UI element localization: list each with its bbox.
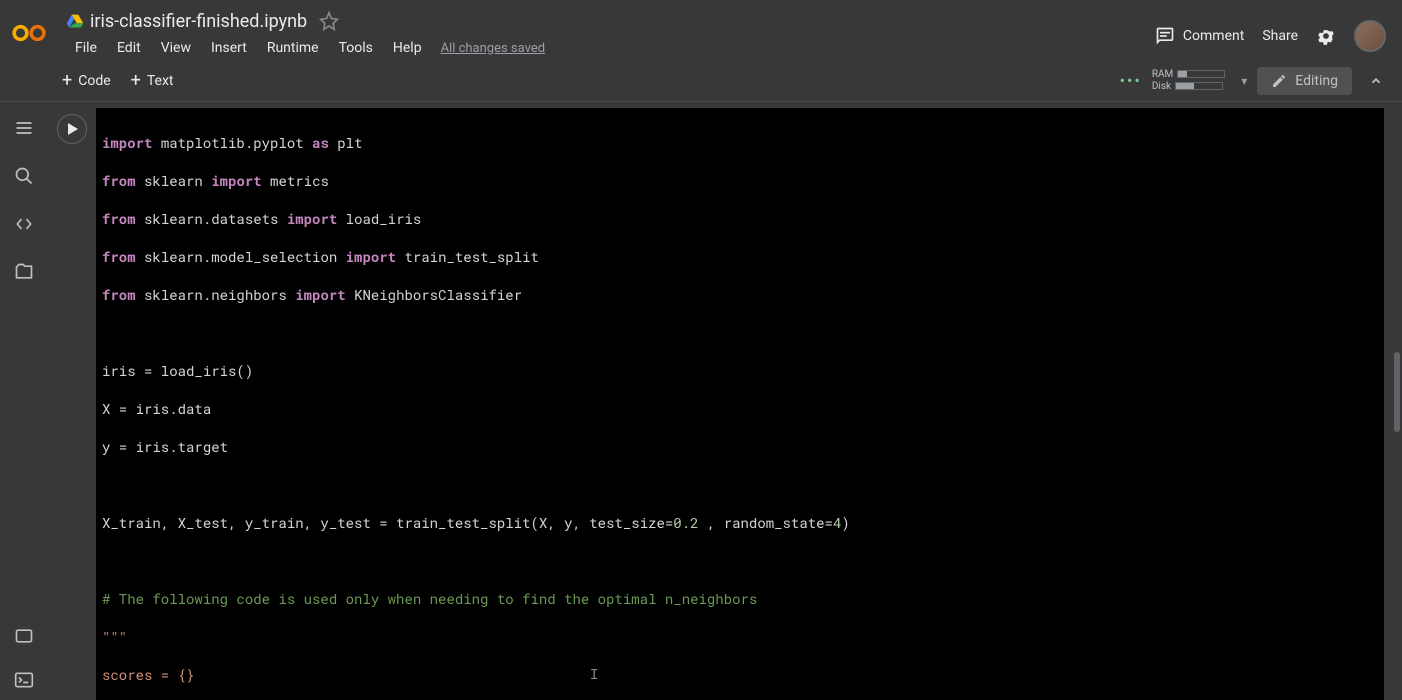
add-code-label: Code xyxy=(78,73,110,89)
gear-icon xyxy=(1316,26,1336,46)
snippets-button[interactable] xyxy=(14,214,34,234)
run-cell-button[interactable] xyxy=(57,114,87,144)
comment-label: Comment xyxy=(1183,28,1244,44)
disk-label: Disk xyxy=(1152,81,1171,92)
menu-tools[interactable]: Tools xyxy=(330,36,382,60)
toolbar: + Code + Text ••• RAM Disk ▾ Editing xyxy=(0,60,1402,102)
ram-label: RAM xyxy=(1152,69,1173,80)
save-status[interactable]: All changes saved xyxy=(433,37,554,60)
comment-button[interactable]: Comment xyxy=(1155,26,1244,46)
play-icon xyxy=(67,123,79,135)
notebook-area: import matplotlib.pyplot as plt from skl… xyxy=(48,102,1402,700)
connection-status-icon[interactable]: ••• xyxy=(1120,71,1142,90)
variables-button[interactable] xyxy=(14,626,34,646)
menu-bar: File Edit View Insert Runtime Tools Help… xyxy=(66,34,1155,62)
user-avatar[interactable] xyxy=(1354,20,1386,52)
menu-edit[interactable]: Edit xyxy=(108,36,150,60)
editing-label: Editing xyxy=(1295,73,1338,89)
add-text-label: Text xyxy=(147,73,174,89)
terminal-button[interactable] xyxy=(14,670,34,690)
toc-button[interactable] xyxy=(14,118,34,138)
editing-mode-button[interactable]: Editing xyxy=(1257,67,1352,95)
code-cell[interactable]: import matplotlib.pyplot as plt from skl… xyxy=(48,102,1402,700)
chevron-up-icon xyxy=(1369,74,1383,88)
plus-icon: + xyxy=(131,74,141,88)
menu-view[interactable]: View xyxy=(152,36,200,60)
menu-insert[interactable]: Insert xyxy=(202,36,256,60)
add-text-button[interactable]: + Text xyxy=(121,67,184,95)
vertical-scrollbar[interactable] xyxy=(1394,352,1400,432)
code-editor[interactable]: import matplotlib.pyplot as plt from skl… xyxy=(96,108,1384,700)
settings-button[interactable] xyxy=(1316,26,1336,46)
menu-help[interactable]: Help xyxy=(384,36,431,60)
share-button[interactable]: Share xyxy=(1262,28,1298,44)
pencil-icon xyxy=(1271,73,1287,89)
resource-dropdown[interactable]: ▾ xyxy=(1241,74,1247,88)
colab-logo[interactable] xyxy=(10,14,48,52)
menu-runtime[interactable]: Runtime xyxy=(258,36,328,60)
drive-icon xyxy=(66,12,84,30)
text-cursor: I xyxy=(590,664,598,683)
resource-monitor[interactable]: RAM Disk xyxy=(1152,69,1225,93)
search-button[interactable] xyxy=(14,166,34,186)
files-button[interactable] xyxy=(14,262,34,282)
left-rail xyxy=(0,102,48,700)
menu-file[interactable]: File xyxy=(66,36,106,60)
title-area: iris-classifier-finished.ipynb File Edit… xyxy=(66,6,1155,62)
collapse-header-button[interactable] xyxy=(1362,67,1390,95)
header: iris-classifier-finished.ipynb File Edit… xyxy=(0,0,1402,60)
add-code-button[interactable]: + Code xyxy=(52,67,121,95)
plus-icon: + xyxy=(62,74,72,88)
star-icon[interactable] xyxy=(319,11,339,31)
comment-icon xyxy=(1155,26,1175,46)
notebook-title[interactable]: iris-classifier-finished.ipynb xyxy=(90,11,307,32)
